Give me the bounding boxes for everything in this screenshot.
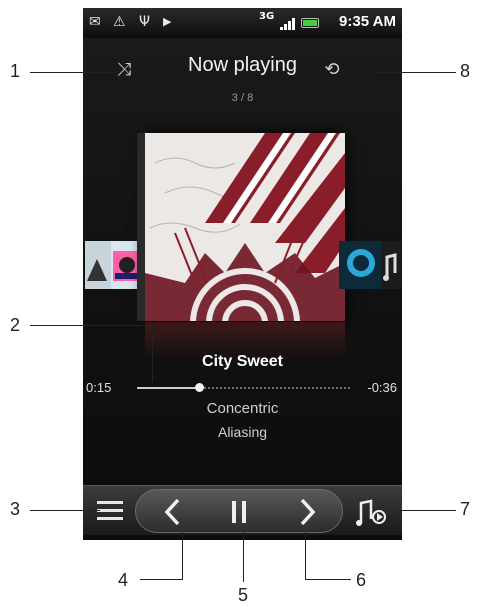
callout-5: 5 [238,585,249,605]
next-album-art[interactable] [339,241,401,289]
progress-fill [137,387,199,389]
usb-icon: Ψ [139,14,151,30]
callout-7: 7 [460,499,471,519]
previous-button[interactable] [145,490,201,532]
battery-icon [301,18,319,28]
artist-name: Concentric [206,400,279,417]
repeat-icon[interactable]: ⟲ [319,58,345,82]
callout-line-3 [30,510,100,511]
menu-button[interactable] [87,490,133,532]
callout-line-4-vertical [182,532,183,580]
callout-line-1 [30,72,112,73]
track-position: 3 / 8 [231,92,254,104]
callout-line-6-vertical [305,532,306,580]
menu-icon [97,501,123,520]
remaining-time: -0:36 [367,380,397,395]
elapsed-time: 0:15 [86,380,112,395]
callout-line-4 [140,579,182,580]
next-icon [300,498,316,526]
library-button[interactable] [347,490,397,532]
callout-3: 3 [10,499,21,519]
play-status-icon: ▶ [163,15,172,28]
music-library-icon [356,499,386,526]
pause-icon [232,501,246,523]
mail-icon: ✉ [89,14,101,30]
callout-2: 2 [10,315,21,335]
callout-line-8 [378,72,456,73]
phone-screen: ✉ ⚠ Ψ ▶ 3G 9:35 AM ⤨ Now playing ⟲ 3 / 8 [83,8,402,540]
warning-icon: ⚠ [113,14,126,30]
header: Now playing [83,54,402,84]
previous-album-art[interactable] [85,241,143,289]
song-title: City Sweet [202,353,283,370]
network-type: 3G [259,11,275,22]
callout-line-6 [305,579,351,580]
callout-line-7 [398,510,456,511]
callout-6: 6 [356,570,367,590]
status-bar: ✉ ⚠ Ψ ▶ 3G 9:35 AM [83,8,402,38]
callout-line-2 [30,325,152,326]
page-title: Now playing [188,54,297,76]
status-time: 9:35 AM [339,13,396,30]
album-name: Aliasing [217,424,268,440]
previous-icon [164,498,180,526]
playback-control-bar [83,485,402,535]
next-button[interactable] [279,490,335,532]
callout-line-5 [243,532,244,582]
callout-line-2-vertical [152,325,153,382]
album-art[interactable] [145,133,345,321]
callout-8: 8 [460,61,471,81]
progress-knob[interactable] [195,383,204,392]
callout-4: 4 [118,570,129,590]
pause-button[interactable] [211,490,267,532]
signal-icon [280,18,296,30]
callout-1: 1 [10,61,21,81]
